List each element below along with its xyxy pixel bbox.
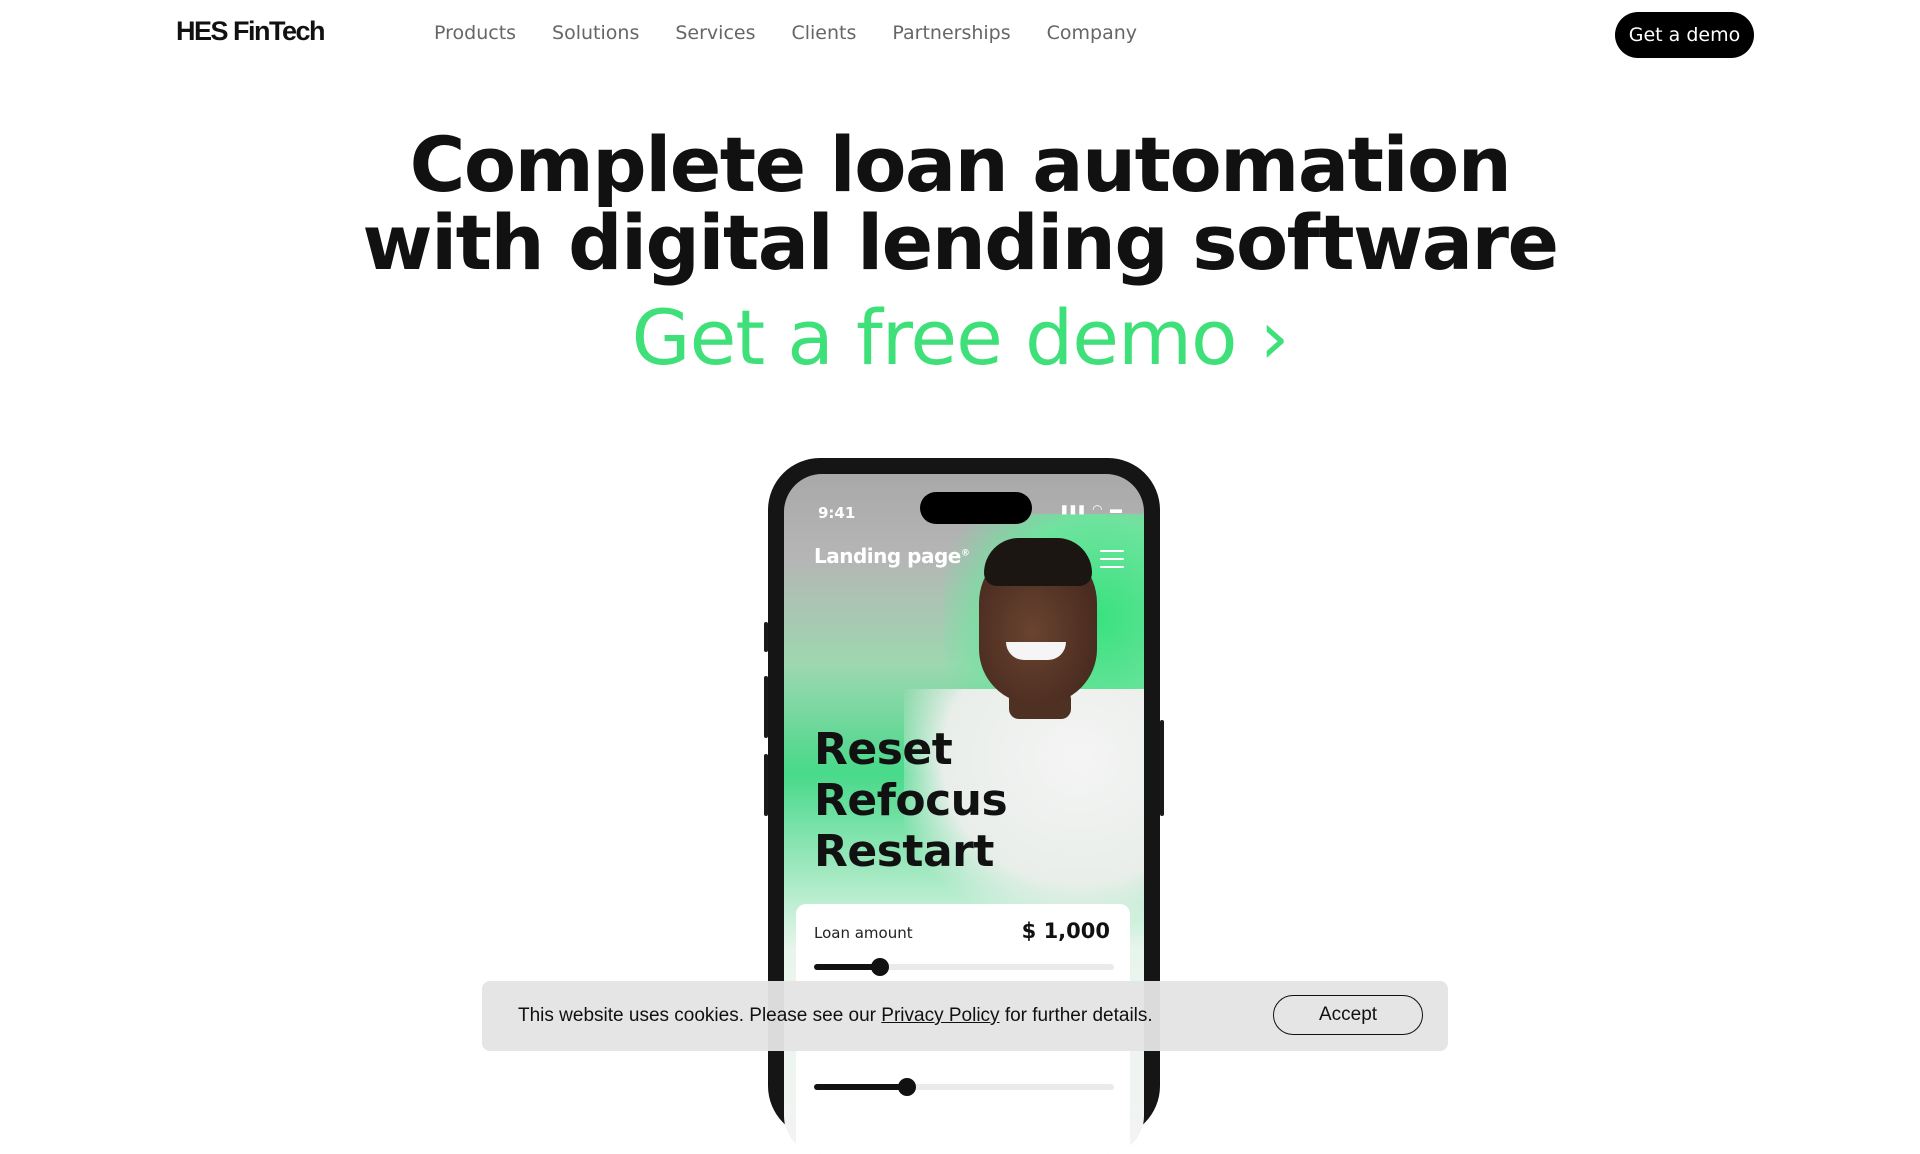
hero-title-line1: Complete loan automation	[409, 120, 1512, 209]
cookie-text: This website uses cookies. Please see ou…	[518, 1005, 1153, 1027]
cookie-banner: This website uses cookies. Please see ou…	[482, 981, 1448, 1051]
free-demo-label: Get a free demo	[631, 293, 1238, 382]
phone-button	[1160, 720, 1164, 816]
chevron-right-icon: ›	[1259, 295, 1290, 381]
status-icons: ▮▮▮ ◠ ▬	[1061, 502, 1124, 516]
slider-thumb[interactable]	[898, 1078, 916, 1096]
signal-icon: ▮▮▮	[1061, 502, 1087, 516]
loan-amount-slider[interactable]	[814, 958, 1114, 976]
nav-products[interactable]: Products	[434, 22, 516, 44]
hero: Complete loan automation with digital le…	[0, 126, 1920, 382]
app-brand-label: Landing page	[814, 544, 961, 568]
hero-photo-smile	[1006, 642, 1066, 660]
headline-line: Restart	[814, 826, 994, 877]
free-demo-link[interactable]: Get a free demo ›	[631, 293, 1290, 382]
phone-button	[764, 754, 768, 816]
loan-amount-value: $ 1,000	[1021, 919, 1110, 943]
get-demo-button[interactable]: Get a demo	[1615, 12, 1754, 58]
logo[interactable]: HES FinTech	[176, 16, 326, 47]
second-slider[interactable]	[814, 1078, 1114, 1096]
nav-company[interactable]: Company	[1047, 22, 1137, 44]
app-headline: Reset Refocus Restart	[814, 724, 1008, 877]
phone-button	[764, 676, 768, 738]
slider-thumb[interactable]	[871, 958, 889, 976]
hamburger-menu-icon[interactable]	[1100, 550, 1124, 574]
wifi-icon: ◠	[1092, 502, 1105, 516]
hero-title: Complete loan automation with digital le…	[0, 126, 1920, 282]
status-time: 9:41	[818, 504, 856, 522]
hero-title-line2: with digital lending software	[362, 198, 1559, 287]
main-nav: Products Solutions Services Clients Part…	[434, 22, 1137, 44]
accept-cookies-button[interactable]: Accept	[1273, 995, 1423, 1035]
battery-icon: ▬	[1110, 502, 1124, 516]
phone-screen: 9:41 ▮▮▮ ◠ ▬ Landing page® Reset Refocus…	[784, 474, 1144, 1154]
nav-services[interactable]: Services	[675, 22, 755, 44]
cookie-text-before: This website uses cookies. Please see ou…	[518, 1005, 882, 1026]
cookie-text-after: for further details.	[999, 1005, 1153, 1026]
app-brand: Landing page®	[814, 544, 970, 568]
phone-button	[764, 622, 768, 652]
dynamic-island	[920, 492, 1032, 524]
loan-amount-label: Loan amount	[814, 924, 913, 942]
registered-mark: ®	[960, 548, 970, 559]
hero-photo-hair	[984, 538, 1092, 586]
slider-fill	[814, 1084, 907, 1090]
headline-line: Reset	[814, 724, 953, 775]
headline-line: Refocus	[814, 775, 1008, 826]
privacy-policy-link[interactable]: Privacy Policy	[881, 1005, 999, 1026]
nav-clients[interactable]: Clients	[791, 22, 856, 44]
nav-solutions[interactable]: Solutions	[552, 22, 639, 44]
nav-partnerships[interactable]: Partnerships	[892, 22, 1010, 44]
